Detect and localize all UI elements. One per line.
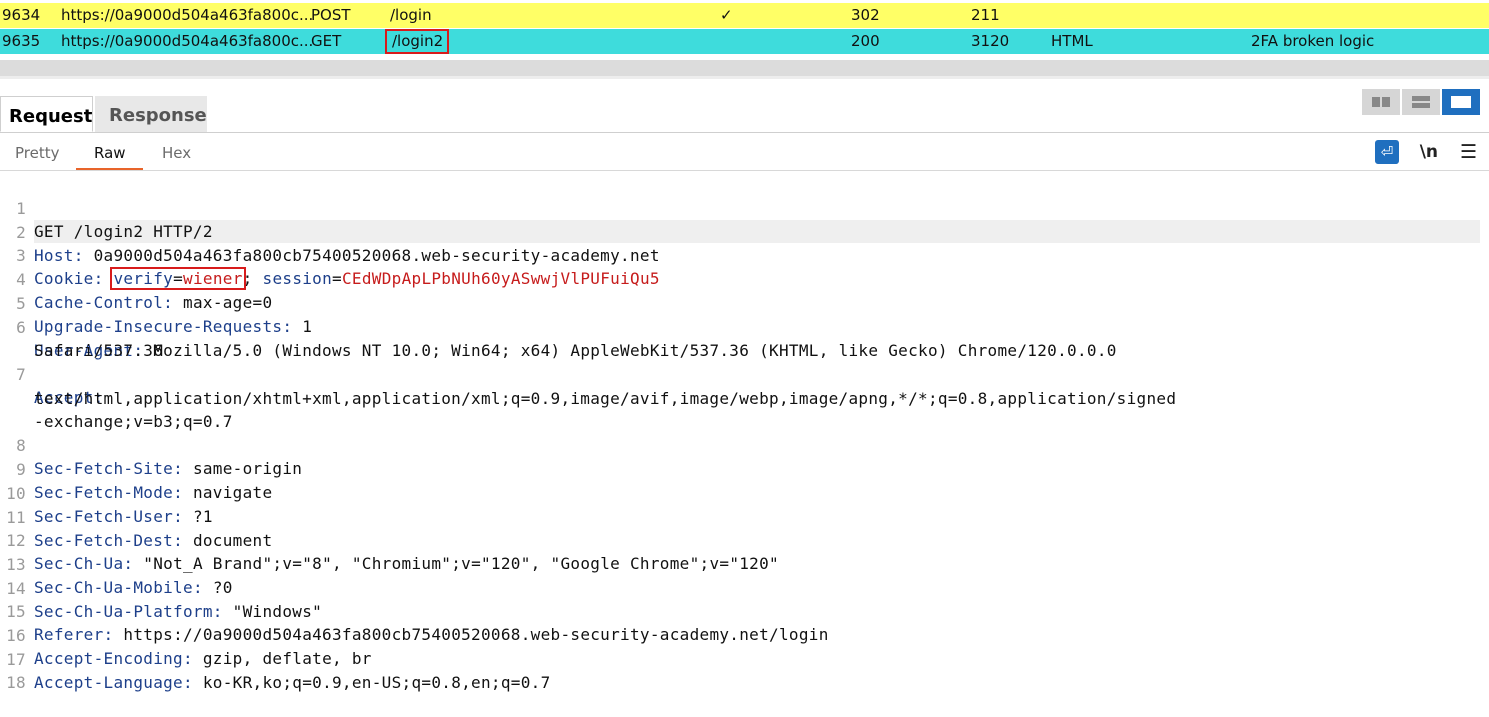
header-line: 4 Cache-Control: max-age=0 xyxy=(16,270,273,312)
row-title: 2FA broken logic xyxy=(1251,32,1375,50)
header-line: 9 Sec-Fetch-Mode: navigate xyxy=(16,460,273,502)
row-length: 211 xyxy=(971,6,1000,24)
highlighted-cookie: verify=wiener xyxy=(110,267,246,290)
row-id: 9635 xyxy=(2,32,41,50)
cookie-value: wiener xyxy=(183,269,243,288)
row-id: 9634 xyxy=(2,6,41,24)
header-line: 8 Sec-Fetch-Site: same-origin xyxy=(16,436,303,478)
header-value: 0a9000d504a463fa800cb75400520068.web-sec… xyxy=(93,246,660,265)
row-host: https://0a9000d504a463fa800c... xyxy=(61,32,314,50)
header-name: Cookie xyxy=(34,269,94,288)
show-newlines-button[interactable]: \n xyxy=(1420,140,1438,164)
header-line-continuation: -exchange;v=b3;q=0.7 xyxy=(34,412,233,431)
tab-raw[interactable]: Raw xyxy=(94,144,126,162)
header-line: 10 Sec-Fetch-User: ?1 xyxy=(6,484,213,526)
table-row-selected[interactable]: 9635 https://0a9000d504a463fa800c... GET… xyxy=(0,29,1489,54)
cookie-name: verify xyxy=(113,269,174,288)
row-url-highlighted: /login2 xyxy=(385,29,450,54)
header-name: Host xyxy=(34,246,74,265)
active-tab-indicator xyxy=(76,168,143,170)
row-method: POST xyxy=(311,6,351,24)
header-line: 7 Accept: xyxy=(16,365,104,407)
header-line-cookie: 3 Cookie: verify=wiener; session=CEdWDpA… xyxy=(16,246,660,290)
horizontal-scrollbar[interactable] xyxy=(0,60,1489,76)
menu-icon[interactable]: ☰ xyxy=(1460,140,1477,164)
header-line: 14 Sec-Ch-Ua-Platform: "Windows" xyxy=(6,579,323,621)
wrap-lines-icon[interactable]: ⏎ xyxy=(1375,140,1399,164)
cookie-name: session xyxy=(262,269,333,288)
message-tabs: Request Response xyxy=(0,96,1489,133)
tab-request[interactable]: Request xyxy=(0,96,93,132)
header-line-continuation: text/html,application/xhtml+xml,applicat… xyxy=(34,389,1177,408)
cookie-value: CEdWDpApLPbNUh60yASwwjVlPUFuiQu5 xyxy=(341,269,660,288)
header-line: 6 User-Agent: Mozilla/5.0 (Windows NT 10… xyxy=(16,318,1117,360)
table-row[interactable]: 9634 https://0a9000d504a463fa800c... POS… xyxy=(0,3,1489,28)
params-check-icon: ✓ xyxy=(720,6,733,24)
row-status: 302 xyxy=(851,6,880,24)
header-line: 12 Sec-Ch-Ua: "Not_A Brand";v="8", "Chro… xyxy=(6,531,779,573)
row-length: 3120 xyxy=(971,32,1010,50)
header-line: 16 Accept-Encoding: gzip, deflate, br xyxy=(6,626,372,668)
header-line: 17 Accept-Language: ko-KR,ko;q=0.9,en-US… xyxy=(6,650,551,692)
header-line: 15 Referer: https://0a9000d504a463fa800c… xyxy=(6,602,829,644)
row-host: https://0a9000d504a463fa800c... xyxy=(61,6,314,24)
tab-pretty[interactable]: Pretty xyxy=(15,144,60,162)
request-line: 1 GET /login2 HTTP/2 xyxy=(0,174,1480,243)
empty-line: 18 xyxy=(6,673,26,692)
header-line-continuation: Safari/537.36 xyxy=(34,341,164,360)
row-url: /login xyxy=(390,6,432,24)
request-line-text: GET /login2 HTTP/2 xyxy=(34,220,1480,243)
header-line: 5 Upgrade-Insecure-Requests: 1 xyxy=(16,294,313,336)
tab-response[interactable]: Response xyxy=(95,96,207,132)
header-line: 11 Sec-Fetch-Dest: document xyxy=(6,508,273,550)
request-editor[interactable]: 1 GET /login2 HTTP/2 2 Host: 0a9000d504a… xyxy=(0,172,1489,692)
view-tabs: Pretty Raw Hex xyxy=(0,140,1489,171)
tab-hex[interactable]: Hex xyxy=(162,144,191,162)
header-line: 2 Host: 0a9000d504a463fa800cb75400520068… xyxy=(16,223,660,265)
pane-divider[interactable] xyxy=(0,76,1489,79)
row-mime: HTML xyxy=(1051,32,1093,50)
header-line: 13 Sec-Ch-Ua-Mobile: ?0 xyxy=(6,555,233,597)
row-status: 200 xyxy=(851,32,880,50)
row-method: GET xyxy=(311,32,342,50)
